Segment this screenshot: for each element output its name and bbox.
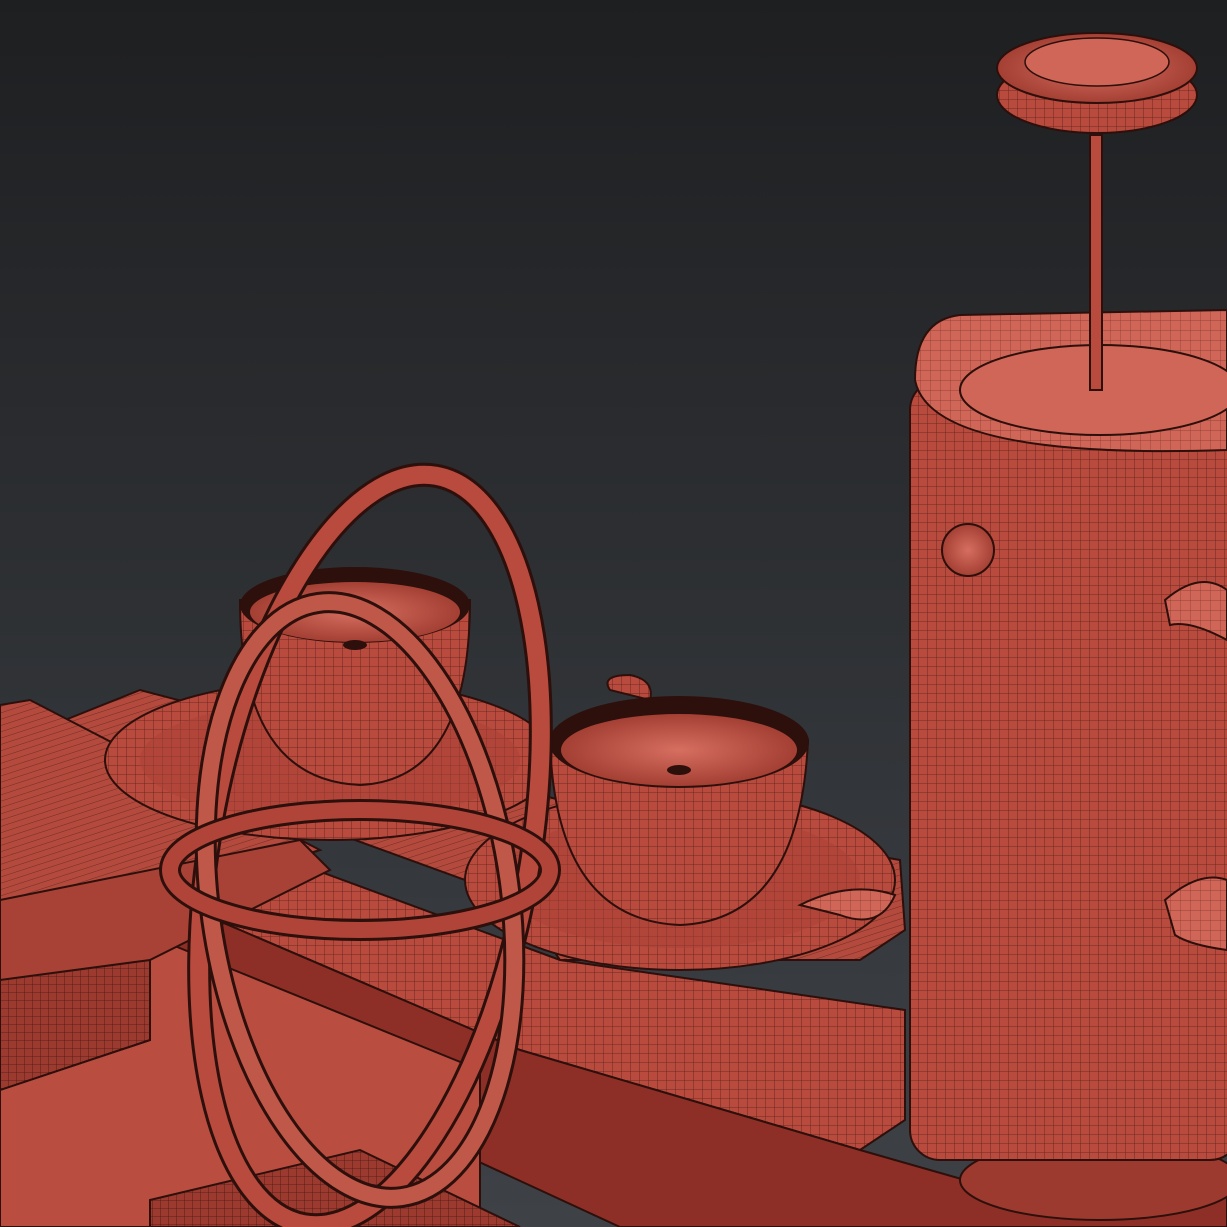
wireframe-render: [0, 0, 1227, 1227]
3d-viewport[interactable]: [0, 0, 1227, 1227]
